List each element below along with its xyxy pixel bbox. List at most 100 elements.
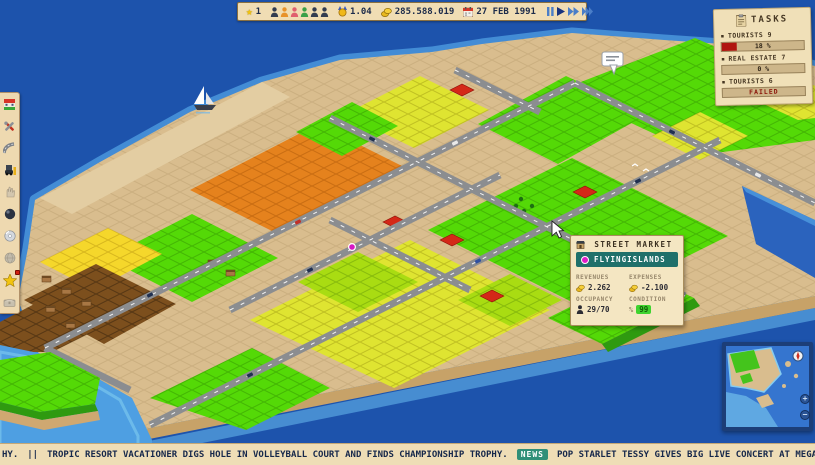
building-title: STREET MARKET bbox=[589, 240, 678, 249]
task-label: TOURISTS 6 bbox=[729, 77, 773, 86]
task-progress-text: 0 % bbox=[722, 64, 804, 74]
revenues-value-row: 2.262 bbox=[576, 283, 625, 292]
expenses-value-row: -2.100 bbox=[629, 283, 678, 292]
coins-icon bbox=[576, 284, 585, 292]
fast-forward-button-icon[interactable] bbox=[568, 7, 579, 16]
build-toolbar bbox=[0, 92, 20, 314]
disc-tool-button[interactable] bbox=[3, 229, 17, 243]
person-icon bbox=[310, 7, 319, 17]
condition-badge: 99 bbox=[636, 305, 651, 314]
sphere-tool-button[interactable] bbox=[3, 207, 17, 221]
task-progress-bar: 18 % bbox=[721, 40, 805, 52]
company-banner[interactable]: FLYINGISLANDS bbox=[576, 252, 678, 267]
task-progress-text: FAILED bbox=[723, 87, 805, 97]
hand-icon bbox=[4, 186, 16, 198]
notification-badge bbox=[15, 270, 20, 275]
ticker-headline: TROPIC RESORT VACATIONER DIGS HOLE IN VO… bbox=[47, 450, 508, 460]
top-status-bar: ★ 1 1.04 285.588.019 bbox=[237, 2, 587, 21]
company-logo-icon bbox=[581, 256, 589, 264]
date: 27 FEB 1991 bbox=[463, 7, 536, 17]
chest-icon bbox=[3, 297, 16, 307]
minimap-zoom-in-button[interactable]: + bbox=[800, 394, 810, 404]
bulldozer-icon bbox=[3, 164, 17, 176]
bullet-icon: ▪ bbox=[722, 78, 727, 86]
star-icon bbox=[3, 274, 17, 287]
building-marker[interactable] bbox=[349, 244, 356, 251]
coins-icon bbox=[381, 7, 392, 17]
hand-tool-button[interactable] bbox=[3, 185, 17, 199]
medal-icon bbox=[338, 6, 347, 17]
expenses-label: EXPENSES bbox=[629, 274, 678, 281]
condition-unit: % bbox=[629, 306, 633, 314]
pause-button-icon[interactable] bbox=[547, 7, 554, 16]
chest-tool-button[interactable] bbox=[3, 295, 17, 309]
task-item[interactable]: ▪ TOURISTS 9 18 % bbox=[720, 30, 804, 52]
game-screen: ★ 1 1.04 285.588.019 bbox=[0, 0, 815, 465]
occupancy-label: OCCUPANCY bbox=[576, 296, 625, 303]
news-badge: NEWS bbox=[517, 449, 548, 460]
coins-icon bbox=[629, 284, 638, 292]
hotel-tool-button[interactable] bbox=[3, 97, 17, 111]
person-icon bbox=[280, 7, 289, 17]
task-progress-bar: FAILED bbox=[722, 86, 806, 98]
compass-icon bbox=[793, 351, 803, 361]
person-icon bbox=[290, 7, 299, 17]
tasks-title: TASKS bbox=[751, 14, 788, 25]
task-label: TOURISTS 9 bbox=[728, 31, 772, 40]
disc-icon bbox=[4, 230, 16, 242]
star-count: 1 bbox=[256, 7, 261, 17]
revenues-value: 2.262 bbox=[588, 283, 611, 292]
minimap-zoom-out-button[interactable]: − bbox=[800, 410, 810, 420]
person-icon bbox=[270, 7, 279, 17]
plus-icon: + bbox=[803, 394, 808, 403]
road-tool-button[interactable] bbox=[3, 141, 17, 155]
minus-icon: − bbox=[803, 410, 808, 419]
money-value: 285.588.019 bbox=[395, 7, 455, 17]
tasks-panel[interactable]: TASKS ▪ TOURISTS 9 18 % ▪ REAL ESTATE 7 … bbox=[713, 7, 813, 106]
build-tool-button[interactable] bbox=[3, 119, 17, 133]
achievements-tool-button[interactable] bbox=[3, 273, 17, 287]
task-item[interactable]: ▪ TOURISTS 6 FAILED bbox=[722, 76, 806, 98]
task-label: REAL ESTATE 7 bbox=[728, 53, 786, 62]
date-value: 27 FEB 1991 bbox=[476, 7, 536, 17]
population-group bbox=[270, 7, 329, 17]
condition-value-row: % 99 bbox=[629, 305, 678, 314]
fastest-forward-button-icon[interactable] bbox=[582, 7, 593, 16]
globe-icon bbox=[4, 252, 16, 264]
minimap-canvas bbox=[726, 346, 809, 427]
task-item[interactable]: ▪ REAL ESTATE 7 0 % bbox=[721, 53, 805, 75]
bullet-icon: ▪ bbox=[721, 55, 726, 63]
person-icon bbox=[300, 7, 309, 17]
road-curve-icon bbox=[3, 142, 16, 155]
sphere-icon bbox=[4, 208, 16, 220]
occupancy-value: 29/70 bbox=[587, 305, 610, 314]
ticker-separator: || bbox=[27, 450, 38, 460]
bullet-icon: ▪ bbox=[720, 32, 725, 40]
star-rating: ★ 1 bbox=[246, 6, 261, 17]
build-tools-icon bbox=[3, 120, 16, 133]
calendar-icon bbox=[463, 7, 473, 17]
game-map[interactable] bbox=[0, 0, 815, 465]
globe-tool-button[interactable] bbox=[3, 251, 17, 265]
person-icon bbox=[576, 305, 584, 314]
minimap[interactable]: + − bbox=[722, 342, 813, 431]
person-icon bbox=[320, 7, 329, 17]
bulldozer-tool-button[interactable] bbox=[3, 163, 17, 177]
money: 285.588.019 bbox=[381, 7, 455, 17]
ticker-headline-next: POP STARLET TESSY GIVES BIG LIVE CONCERT… bbox=[557, 450, 815, 460]
clipboard-icon bbox=[736, 14, 746, 26]
star-icon: ★ bbox=[246, 6, 253, 17]
ticker-fragment: HY. bbox=[2, 450, 18, 460]
play-button-icon[interactable] bbox=[557, 7, 565, 16]
street-market-icon bbox=[576, 241, 585, 249]
revenues-label: REVENUES bbox=[576, 274, 625, 281]
speed-controls bbox=[547, 7, 593, 16]
building-info-panel[interactable]: STREET MARKET FLYINGISLANDS REVENUES EXP… bbox=[570, 235, 684, 326]
reputation-value: 1.04 bbox=[350, 7, 372, 17]
hotel-icon bbox=[3, 98, 16, 111]
reputation: 1.04 bbox=[338, 6, 372, 17]
news-ticker: HY. || TROPIC RESORT VACATIONER DIGS HOL… bbox=[0, 443, 815, 465]
task-progress-bar: 0 % bbox=[721, 63, 805, 75]
task-progress-text: 18 % bbox=[722, 41, 804, 51]
expenses-value: -2.100 bbox=[641, 283, 668, 292]
